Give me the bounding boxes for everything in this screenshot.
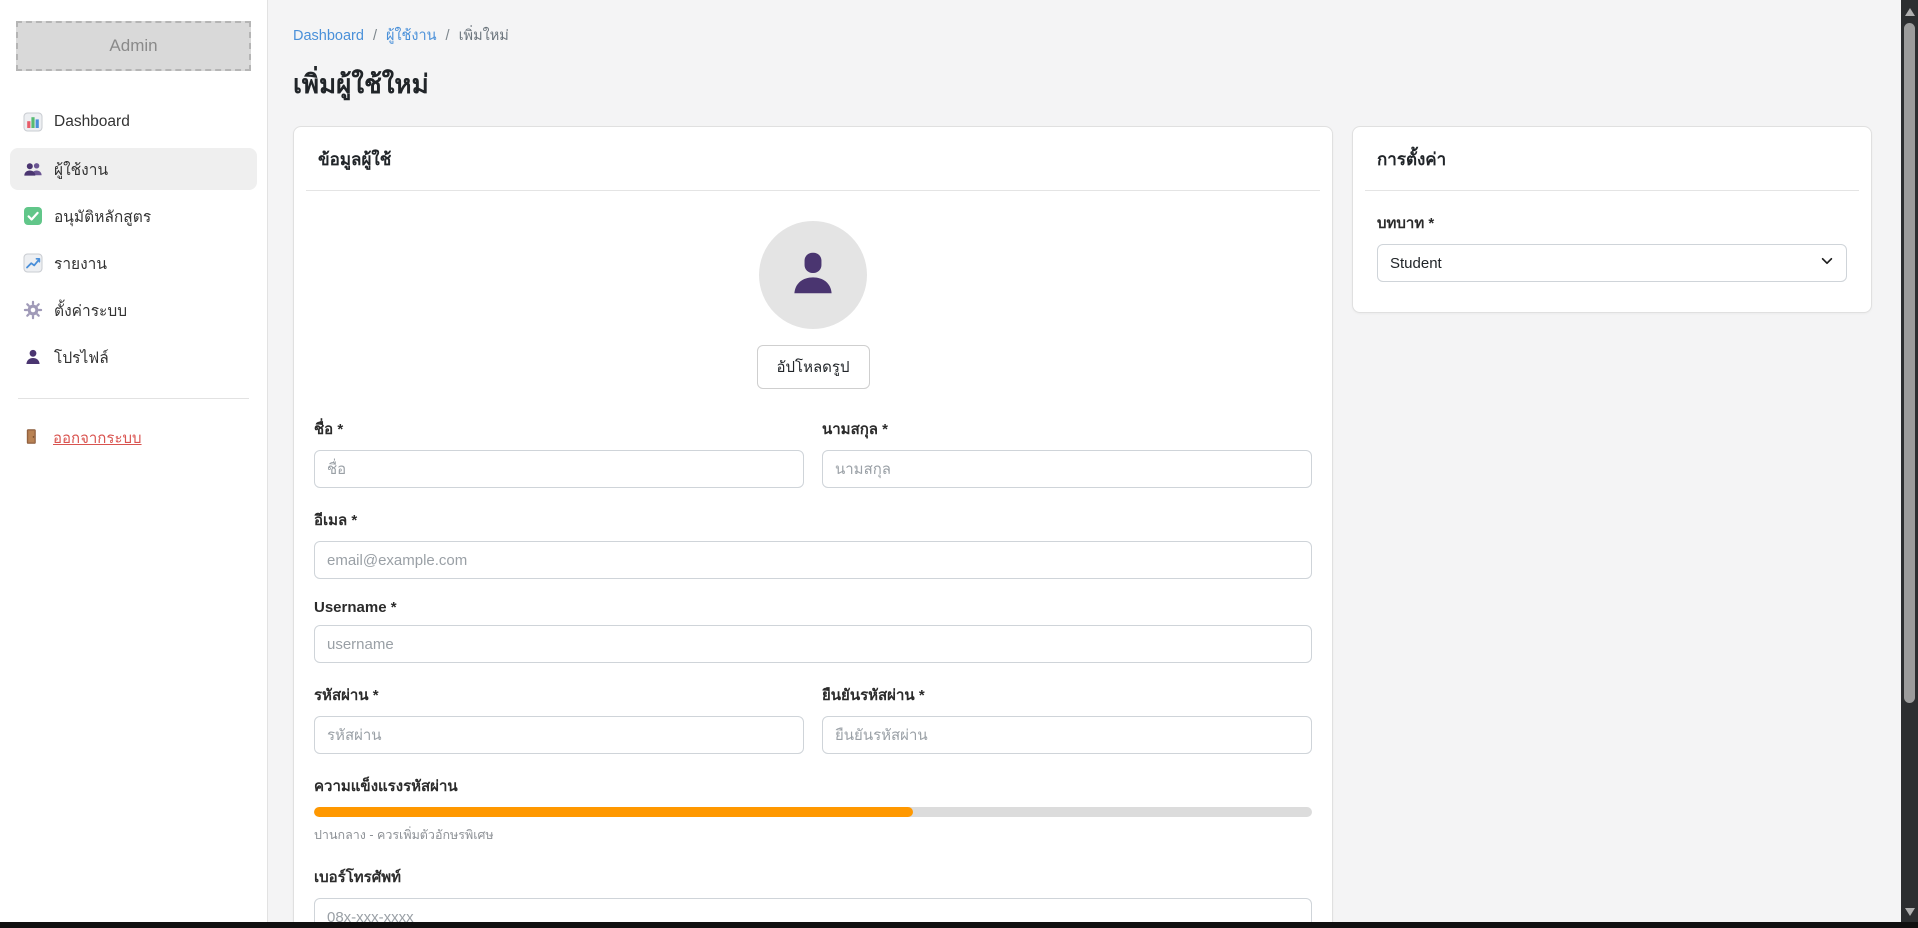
breadcrumb-separator: / xyxy=(373,28,377,44)
phone-group: เบอร์โทรศัพท์ xyxy=(314,865,1312,928)
username-label: Username * xyxy=(314,599,1312,616)
last-name-input[interactable] xyxy=(822,450,1312,488)
sidebar-item-dashboard[interactable]: Dashboard xyxy=(10,101,257,143)
content-row: ข้อมูลผู้ใช้ อัปโหลดรูป ชื่อ * xyxy=(293,126,1872,928)
password-strength-hint: ปานกลาง - ควรเพิ่มตัวอักษรพิเศษ xyxy=(314,825,1312,845)
main-content: Dashboard / ผู้ใช้งาน / เพิ่มใหม่ เพิ่มผ… xyxy=(268,0,1901,928)
username-input[interactable] xyxy=(314,625,1312,663)
settings-card-body: บทบาท * Student xyxy=(1353,191,1871,312)
bottom-bar xyxy=(0,922,1918,928)
scrollbar[interactable] xyxy=(1901,0,1918,928)
avatar-block: อัปโหลดรูป xyxy=(314,213,1312,417)
sidebar-item-label: Dashboard xyxy=(54,113,130,131)
email-label: อีเมล * xyxy=(314,508,1312,532)
password-row: รหัสผ่าน * ยืนยันรหัสผ่าน * xyxy=(314,683,1312,754)
sidebar-item-label: อนุมัติหลักสูตร xyxy=(54,204,151,229)
sidebar-item-profile[interactable]: โปรไฟล์ xyxy=(10,336,257,378)
confirm-password-label: ยืนยันรหัสผ่าน * xyxy=(822,683,1312,707)
breadcrumb-separator: / xyxy=(446,28,450,44)
admin-logo-text: Admin xyxy=(109,36,157,56)
scroll-up-arrow[interactable] xyxy=(1901,5,1918,19)
scrollbar-thumb[interactable] xyxy=(1904,23,1915,703)
sidebar-divider xyxy=(18,398,249,399)
last-name-label: นามสกุล * xyxy=(822,417,1312,441)
sidebar-item-system-settings[interactable]: ตั้งค่าระบบ xyxy=(10,289,257,331)
breadcrumb-current: เพิ่มใหม่ xyxy=(459,24,509,47)
confirm-password-input[interactable] xyxy=(822,716,1312,754)
role-label: บทบาท * xyxy=(1377,211,1847,235)
email-group: อีเมล * xyxy=(314,508,1312,579)
phone-label: เบอร์โทรศัพท์ xyxy=(314,865,1312,889)
user-info-card-title: ข้อมูลผู้ใช้ xyxy=(294,127,1332,190)
logout-label: ออกจากระบบ xyxy=(53,426,142,450)
settings-gear-icon xyxy=(23,300,43,320)
user-info-card-body: อัปโหลดรูป ชื่อ * นามสกุล * อีเม xyxy=(294,191,1332,928)
page-title: เพิ่มผู้ใช้ใหม่ xyxy=(293,64,1872,105)
sidebar-item-reports[interactable]: รายงาน xyxy=(10,242,257,284)
dashboard-icon xyxy=(23,112,43,132)
sidebar-item-course-approval[interactable]: อนุมัติหลักสูตร xyxy=(10,195,257,237)
first-name-label: ชื่อ * xyxy=(314,417,804,441)
breadcrumb-link-users[interactable]: ผู้ใช้งาน xyxy=(386,24,437,47)
sidebar-item-users[interactable]: ผู้ใช้งาน xyxy=(10,148,257,190)
role-select[interactable]: Student xyxy=(1377,244,1847,282)
person-silhouette-icon xyxy=(784,244,842,306)
scroll-down-arrow[interactable] xyxy=(1901,905,1918,919)
sidebar-item-label: รายงาน xyxy=(54,251,107,276)
breadcrumb-link-dashboard[interactable]: Dashboard xyxy=(293,28,364,44)
role-select-value: Student xyxy=(1390,255,1442,272)
users-icon xyxy=(23,159,43,179)
avatar xyxy=(759,221,867,329)
chevron-down-icon xyxy=(1820,254,1834,272)
password-strength-bar xyxy=(314,807,1312,817)
sidebar: Admin Dashboard ผู้ใช้งาน อนุมัติหลักสูต… xyxy=(0,0,268,928)
settings-card: การตั้งค่า บทบาท * Student xyxy=(1352,126,1872,313)
first-name-input[interactable] xyxy=(314,450,804,488)
sidebar-nav: Dashboard ผู้ใช้งาน อนุมัติหลักสูตร รายง… xyxy=(0,101,267,378)
password-strength-label: ความแข็งแรงรหัสผ่าน xyxy=(314,774,1312,798)
reports-chart-icon xyxy=(23,253,43,273)
user-info-card: ข้อมูลผู้ใช้ อัปโหลดรูป ชื่อ * xyxy=(293,126,1333,928)
door-icon xyxy=(23,428,43,448)
settings-card-title: การตั้งค่า xyxy=(1353,127,1871,190)
admin-logo-placeholder: Admin xyxy=(16,21,251,71)
password-label: รหัสผ่าน * xyxy=(314,683,804,707)
password-input[interactable] xyxy=(314,716,804,754)
app-window: Admin Dashboard ผู้ใช้งาน อนุมัติหลักสูต… xyxy=(0,0,1901,928)
breadcrumb: Dashboard / ผู้ใช้งาน / เพิ่มใหม่ xyxy=(293,24,1872,47)
profile-icon xyxy=(23,347,43,367)
approve-check-icon xyxy=(23,206,43,226)
name-row: ชื่อ * นามสกุล * xyxy=(314,417,1312,488)
email-input[interactable] xyxy=(314,541,1312,579)
upload-photo-button[interactable]: อัปโหลดรูป xyxy=(757,345,870,389)
sidebar-item-label: ตั้งค่าระบบ xyxy=(54,298,127,323)
logout-link[interactable]: ออกจากระบบ xyxy=(10,419,257,457)
sidebar-item-label: ผู้ใช้งาน xyxy=(54,157,108,182)
password-strength-fill xyxy=(314,807,913,817)
password-strength-group: ความแข็งแรงรหัสผ่าน ปานกลาง - ควรเพิ่มตั… xyxy=(314,774,1312,845)
username-group: Username * xyxy=(314,599,1312,663)
sidebar-item-label: โปรไฟล์ xyxy=(54,345,109,370)
